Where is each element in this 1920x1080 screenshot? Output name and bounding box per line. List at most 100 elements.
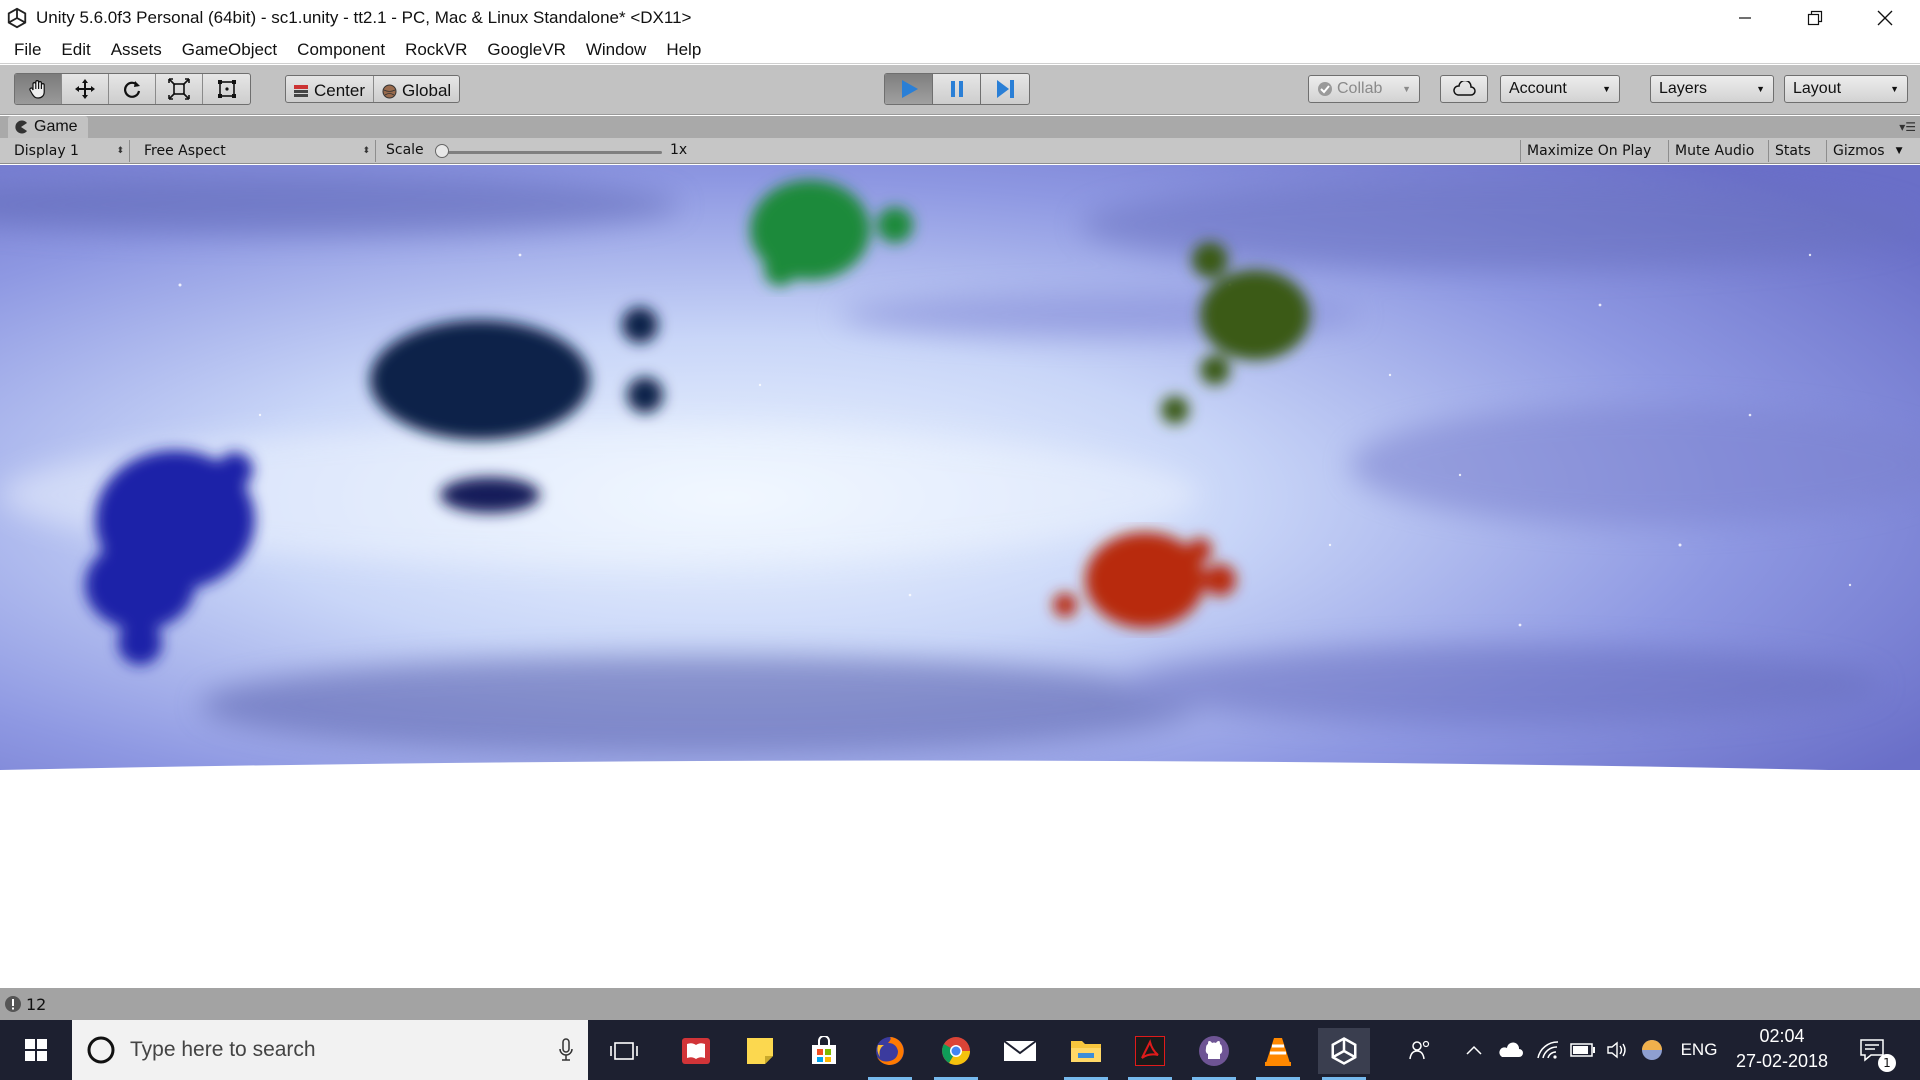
wifi-button[interactable] bbox=[1534, 1020, 1562, 1080]
cortana-icon bbox=[87, 1036, 115, 1064]
volume-icon bbox=[1607, 1041, 1626, 1059]
scale-tool-button[interactable] bbox=[156, 74, 203, 104]
play-controls bbox=[884, 73, 1030, 105]
game-view[interactable] bbox=[0, 165, 1920, 988]
onedrive-button[interactable] bbox=[1496, 1020, 1524, 1080]
reader-app-button[interactable] bbox=[670, 1028, 722, 1074]
tab-bar: Game ▾☰ bbox=[0, 116, 1920, 138]
stats-toggle[interactable]: Stats bbox=[1768, 140, 1817, 162]
chevron-up-icon bbox=[1466, 1045, 1482, 1055]
pause-button[interactable] bbox=[933, 74, 981, 104]
status-count: 12 bbox=[26, 994, 47, 1014]
show-hidden-icons-button[interactable] bbox=[1462, 1020, 1486, 1080]
menu-bar: File Edit Assets GameObject Component Ro… bbox=[0, 36, 1920, 64]
layers-dropdown[interactable]: Layers ▼ bbox=[1650, 75, 1774, 103]
gizmos-dropdown[interactable]: Gizmos ▼ bbox=[1826, 140, 1907, 162]
pivot-center-toggle[interactable]: Center bbox=[286, 76, 375, 102]
chevron-down-icon: ▼ bbox=[1602, 84, 1611, 94]
close-icon bbox=[1877, 10, 1893, 26]
stats-label: Stats bbox=[1775, 143, 1811, 159]
window-controls bbox=[1710, 0, 1920, 36]
pivot-space-toggle[interactable]: Global bbox=[374, 76, 459, 102]
taskbar-clock[interactable]: 02:04 27-02-2018 bbox=[1728, 1026, 1836, 1072]
scale-slider-thumb[interactable] bbox=[435, 144, 449, 158]
play-button[interactable] bbox=[885, 74, 933, 104]
menu-googlevr[interactable]: GoogleVR bbox=[477, 40, 575, 60]
move-tool-button[interactable] bbox=[62, 74, 109, 104]
tab-game[interactable]: Game bbox=[8, 116, 88, 138]
aspect-dropdown[interactable]: Free Aspect ⬍ bbox=[136, 140, 376, 162]
mute-audio-toggle[interactable]: Mute Audio bbox=[1668, 140, 1760, 162]
task-view-button[interactable] bbox=[598, 1028, 650, 1074]
pause-icon bbox=[950, 81, 963, 97]
window-title: Unity 5.6.0f3 Personal (64bit) - sc1.uni… bbox=[36, 8, 692, 27]
file-explorer-button[interactable] bbox=[1060, 1028, 1112, 1080]
volume-button[interactable] bbox=[1604, 1020, 1632, 1080]
menu-help[interactable]: Help bbox=[656, 40, 711, 60]
sticky-notes-icon bbox=[747, 1038, 773, 1064]
layout-dropdown[interactable]: Layout ▼ bbox=[1784, 75, 1908, 103]
mail-button[interactable] bbox=[994, 1028, 1046, 1074]
hand-tool-button[interactable] bbox=[15, 74, 62, 104]
collab-label: Collab bbox=[1337, 80, 1383, 97]
update-status-button[interactable] bbox=[1638, 1020, 1666, 1080]
pivot-label: Center bbox=[314, 81, 366, 100]
update-status-icon bbox=[1642, 1040, 1662, 1060]
menu-file[interactable]: File bbox=[4, 40, 51, 60]
up-down-arrow-icon: ⬍ bbox=[116, 146, 124, 156]
mute-label: Mute Audio bbox=[1675, 143, 1755, 159]
close-button[interactable] bbox=[1850, 0, 1920, 36]
language-indicator[interactable]: ENG bbox=[1674, 1020, 1724, 1080]
github-button[interactable] bbox=[1188, 1028, 1240, 1080]
people-button[interactable] bbox=[1400, 1020, 1440, 1080]
clock-date: 27-02-2018 bbox=[1735, 1051, 1829, 1071]
menu-edit[interactable]: Edit bbox=[51, 40, 100, 60]
acrobat-button[interactable] bbox=[1124, 1028, 1176, 1080]
chrome-button[interactable] bbox=[930, 1028, 982, 1080]
taskbar-search-box[interactable]: Type here to search bbox=[72, 1020, 588, 1080]
status-bar: 12 bbox=[0, 988, 1920, 1020]
unity-icon bbox=[1331, 1037, 1357, 1065]
step-button[interactable] bbox=[981, 74, 1029, 104]
cloud-button[interactable] bbox=[1440, 75, 1488, 103]
rotate-tool-button[interactable] bbox=[109, 74, 156, 104]
menu-window[interactable]: Window bbox=[576, 40, 656, 60]
chevron-down-icon: ▼ bbox=[1402, 84, 1411, 94]
start-button[interactable] bbox=[0, 1020, 72, 1080]
firefox-icon bbox=[876, 1037, 904, 1065]
windows-logo-icon bbox=[25, 1039, 47, 1061]
menu-rockvr[interactable]: RockVR bbox=[395, 40, 477, 60]
unity-logo-icon bbox=[7, 7, 27, 29]
people-icon bbox=[1409, 1040, 1430, 1060]
collab-dropdown[interactable]: Collab ▼ bbox=[1308, 75, 1420, 103]
account-dropdown[interactable]: Account ▼ bbox=[1500, 75, 1620, 103]
play-icon bbox=[901, 80, 918, 98]
battery-button[interactable] bbox=[1568, 1020, 1598, 1080]
microphone-icon[interactable] bbox=[558, 1038, 574, 1062]
menu-component[interactable]: Component bbox=[287, 40, 395, 60]
restore-icon bbox=[1807, 10, 1823, 26]
rotate-icon bbox=[124, 81, 141, 98]
onedrive-icon bbox=[1499, 1042, 1523, 1057]
tab-menu-icon[interactable]: ▾☰ bbox=[1899, 120, 1916, 134]
menu-gameobject[interactable]: GameObject bbox=[172, 40, 287, 60]
github-icon bbox=[1199, 1036, 1229, 1066]
mail-icon bbox=[1003, 1040, 1037, 1061]
minimize-button[interactable] bbox=[1710, 0, 1780, 36]
task-view-icon bbox=[610, 1042, 638, 1060]
chevron-down-icon: ▼ bbox=[1890, 84, 1899, 94]
sticky-notes-button[interactable] bbox=[734, 1028, 786, 1074]
menu-assets[interactable]: Assets bbox=[101, 40, 172, 60]
store-button[interactable] bbox=[798, 1028, 850, 1074]
unity-button[interactable] bbox=[1318, 1028, 1370, 1080]
pivot-icon bbox=[294, 85, 308, 97]
maximize-on-play-toggle[interactable]: Maximize On Play bbox=[1520, 140, 1657, 162]
rect-tool-button[interactable] bbox=[203, 74, 250, 104]
vlc-button[interactable] bbox=[1252, 1028, 1304, 1080]
display-dropdown[interactable]: Display 1 ⬍ bbox=[6, 140, 130, 162]
restore-button[interactable] bbox=[1780, 0, 1850, 36]
checkmark-icon bbox=[1318, 82, 1332, 96]
file-explorer-icon bbox=[1071, 1041, 1101, 1062]
scale-slider-track[interactable] bbox=[438, 151, 662, 154]
firefox-button[interactable] bbox=[864, 1028, 916, 1080]
